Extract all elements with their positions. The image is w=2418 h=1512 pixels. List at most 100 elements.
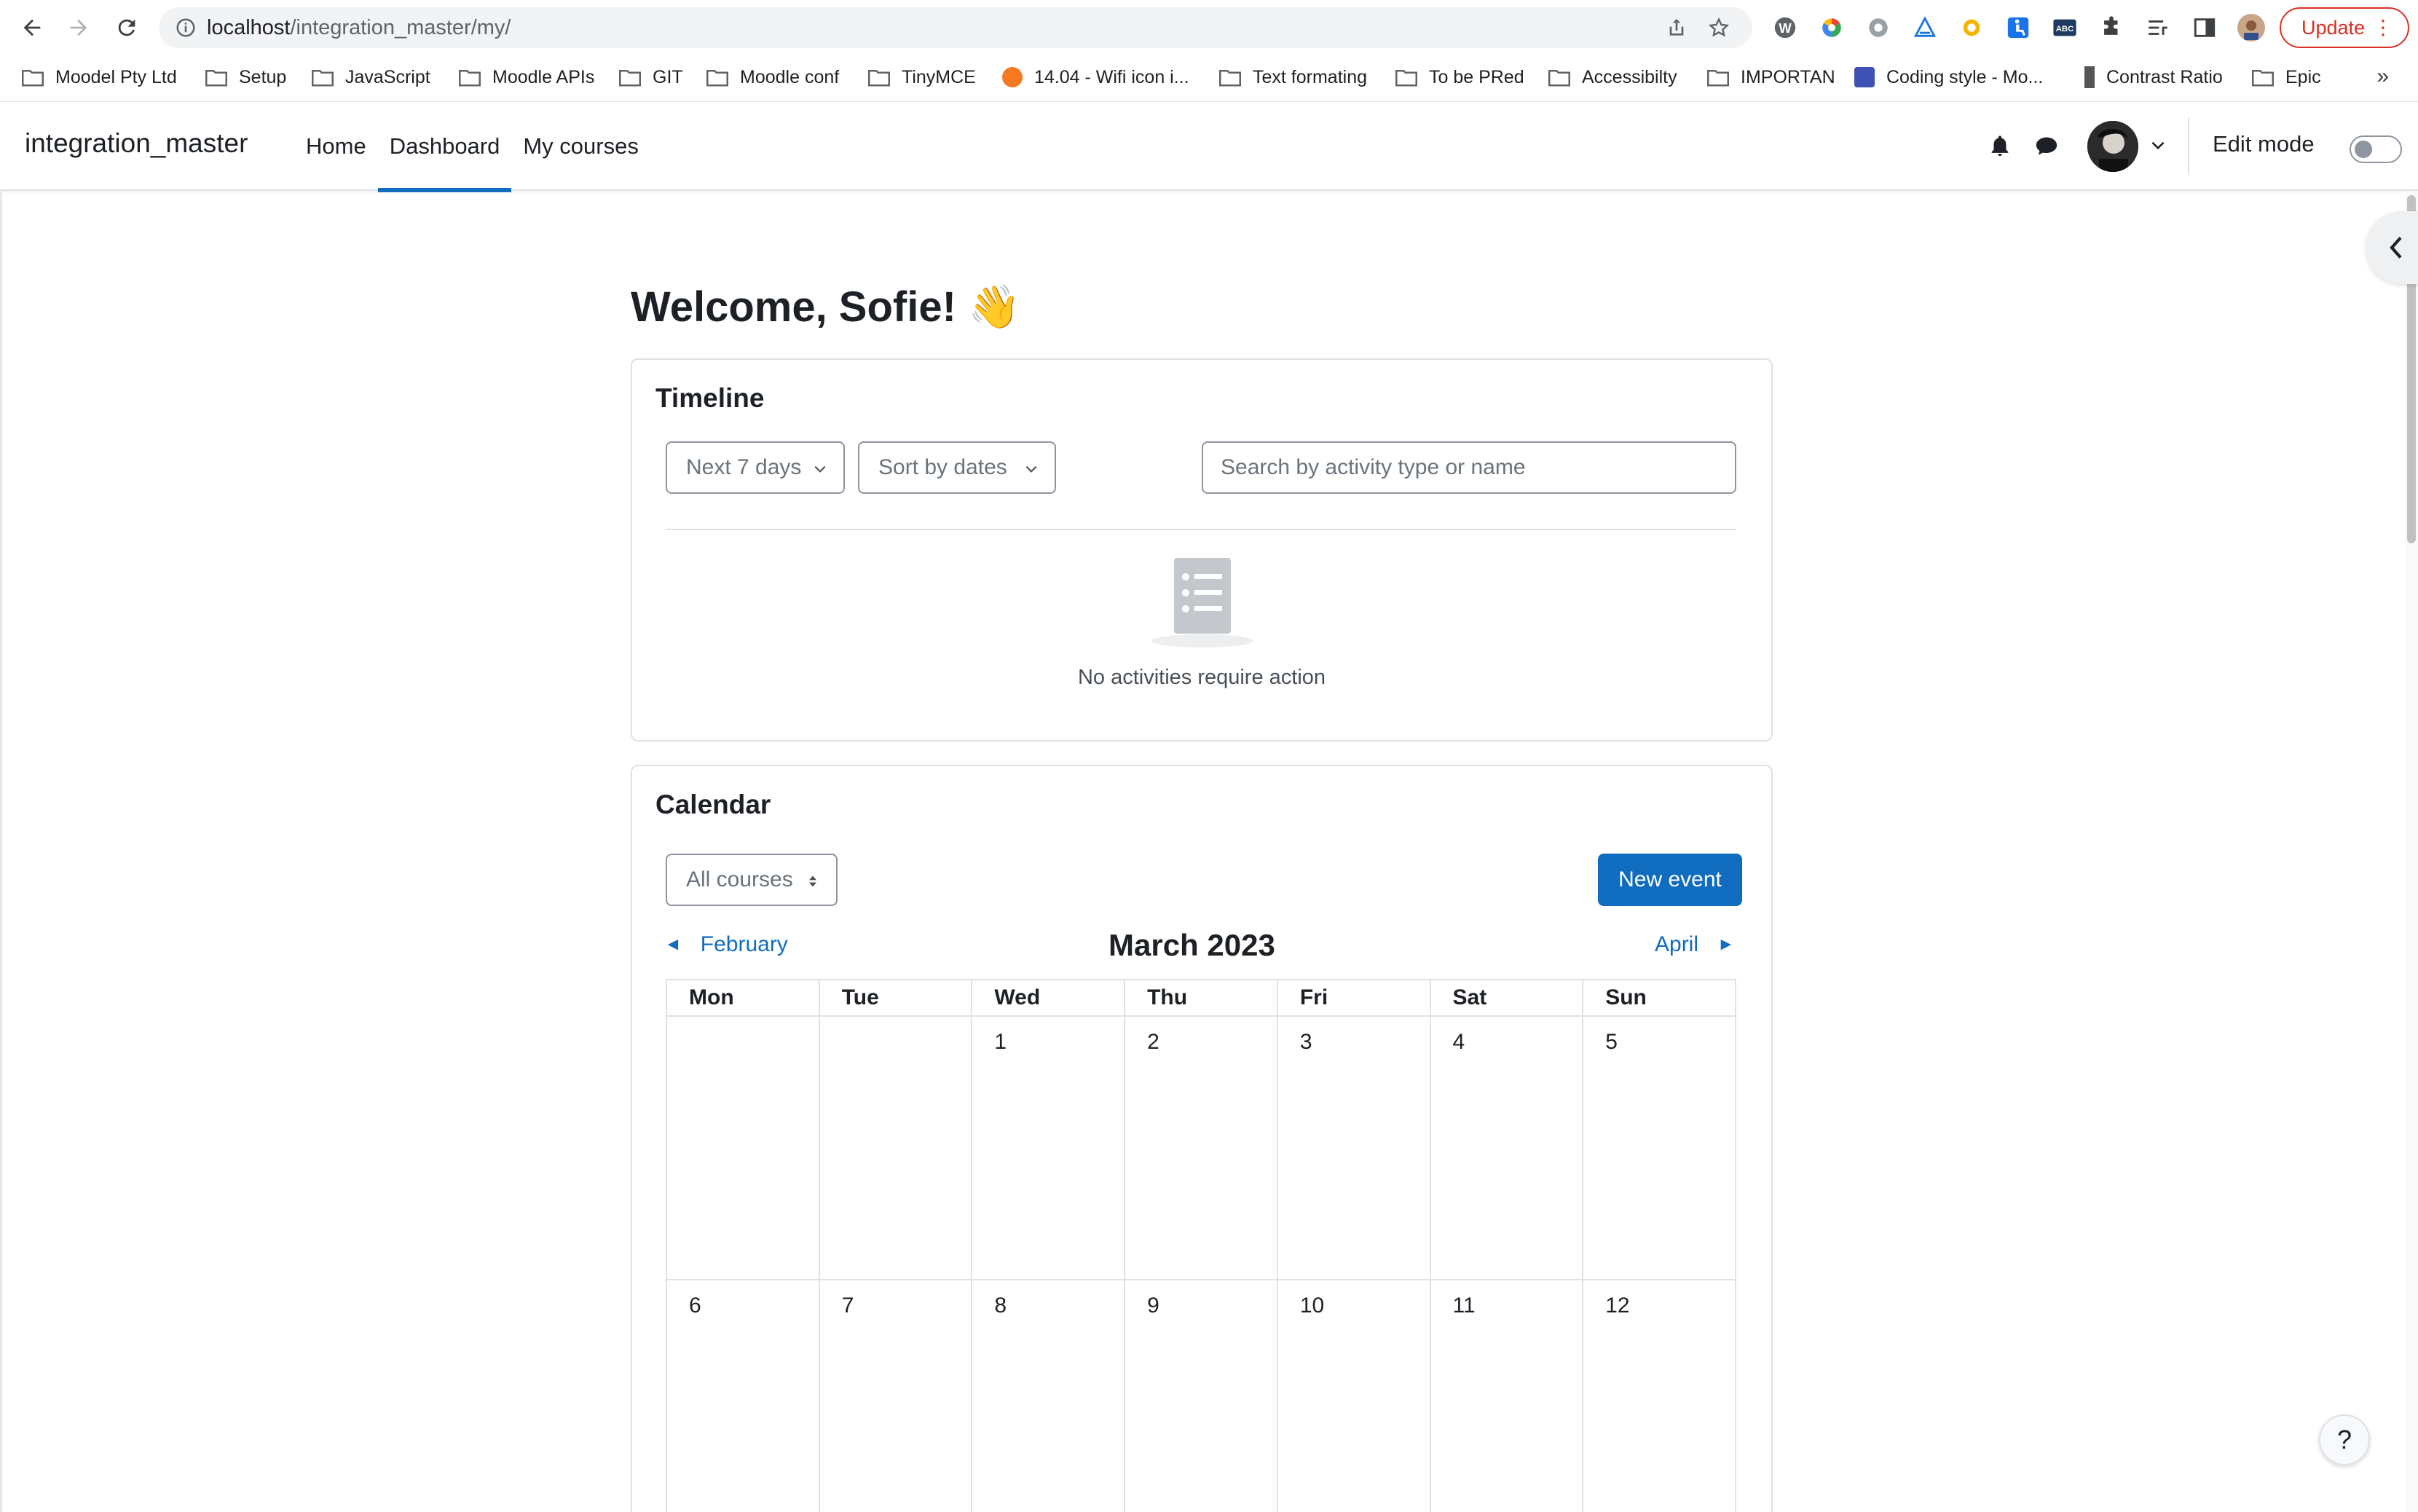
help-button[interactable]: ? [2319, 1414, 2370, 1465]
edit-mode-toggle[interactable] [2350, 135, 2402, 163]
calendar-day-cell[interactable]: 3 [1276, 1015, 1431, 1280]
browser-toolbar: localhost/integration_master/my/ W ABC U… [0, 0, 2418, 55]
weekday-header: Wed [971, 979, 1126, 1017]
bookmark-item[interactable]: Moodle conf [706, 61, 839, 93]
forward-button[interactable] [61, 10, 96, 45]
timeline-search-placeholder: Search by activity type or name [1221, 455, 1526, 479]
reload-button[interactable] [109, 10, 144, 45]
bookmark-label: Setup [239, 66, 287, 87]
new-event-button[interactable]: New event [1598, 854, 1742, 906]
calendar-day-cell[interactable]: 1 [971, 1015, 1126, 1280]
profile-avatar-icon[interactable] [2237, 14, 2265, 42]
notifications-button[interactable] [1985, 131, 2015, 160]
chevron-down-icon [814, 465, 826, 473]
next-month-link[interactable]: April ► [1655, 932, 1735, 957]
bookmark-label: Moodle APIs [492, 66, 595, 87]
folder-icon [1548, 70, 1570, 87]
bookmark-label: TinyMCE [902, 66, 976, 87]
weekday-header: Sun [1582, 979, 1736, 1017]
timeline-sort-label: Sort by dates [878, 455, 1007, 479]
site-info-icon[interactable] [175, 17, 197, 39]
triangle-extension-icon[interactable] [1911, 14, 1939, 42]
chevron-down-icon[interactable] [2149, 135, 2167, 154]
nav-home[interactable]: Home [294, 102, 378, 191]
calendar-day-cell[interactable]: 9 [1124, 1279, 1278, 1512]
calendar-day-cell[interactable]: 6 [666, 1279, 820, 1512]
moodle-icon [1854, 67, 1875, 87]
folder-icon [22, 70, 44, 87]
calendar-day-cell[interactable]: 12 [1582, 1279, 1736, 1512]
empty-list-icon [1151, 558, 1253, 647]
accessibility-extension-icon[interactable] [2004, 14, 2032, 42]
bookmarks-overflow-button[interactable]: » [2376, 64, 2389, 89]
user-avatar-icon [2087, 121, 2138, 172]
bookmark-item[interactable]: Coding style - Mo... [1854, 61, 2043, 93]
current-month-heading: March 2023 [1108, 928, 1275, 962]
back-button[interactable] [15, 10, 50, 45]
site-name-link[interactable]: integration_master [25, 128, 248, 159]
bookmark-item[interactable]: 14.04 - Wifi icon i... [1002, 61, 1189, 93]
timeline-sort-select[interactable]: Sort by dates [858, 441, 1056, 494]
bookmark-item[interactable]: Accessibilty [1548, 61, 1677, 93]
color-extension-icon[interactable] [1818, 14, 1846, 42]
url-text[interactable]: localhost/integration_master/my/ [207, 16, 511, 40]
bookmark-item[interactable]: Setup [205, 61, 286, 93]
weekday-header: Mon [666, 979, 820, 1017]
abc-extension-icon[interactable]: ABC [2051, 14, 2079, 42]
calendar-day-cell[interactable]: 11 [1429, 1279, 1584, 1512]
update-button[interactable]: Update ⋮ [2280, 7, 2409, 48]
weekday-header: Thu [1124, 979, 1278, 1017]
bookmark-item[interactable]: Text formating [1219, 61, 1367, 93]
askubuntu-icon [1002, 67, 1023, 87]
calendar-course-filter[interactable]: All courses [666, 854, 838, 906]
weekday-header: Tue [818, 979, 973, 1017]
open-block-drawer-button[interactable] [2366, 211, 2418, 284]
share-icon[interactable] [1665, 16, 1688, 39]
reading-list-icon[interactable] [2144, 14, 2172, 42]
calendar-day-cell[interactable]: 4 [1429, 1015, 1584, 1280]
bookmark-label: Moodle conf [740, 66, 840, 87]
calendar-day-cell[interactable]: 7 [818, 1279, 973, 1512]
bookmark-star-icon[interactable] [1707, 16, 1730, 39]
bookmark-item[interactable]: Moodel Pty Ltd [22, 61, 177, 93]
gear-extension-icon[interactable] [1864, 14, 1892, 42]
calendar-day-cell[interactable]: 2 [1124, 1015, 1278, 1280]
bookmark-label: Contrast Ratio [2106, 66, 2223, 87]
bookmark-label: JavaScript [345, 66, 430, 87]
puzzle-extensions-icon[interactable] [2098, 14, 2125, 42]
bookmark-label: Coding style - Mo... [1886, 66, 2044, 87]
folder-icon [1395, 70, 1417, 87]
bookmark-item[interactable]: To be PRed [1395, 61, 1524, 93]
bookmark-item[interactable]: Epic [2252, 61, 2321, 93]
sun-extension-icon[interactable] [1958, 14, 1985, 42]
bookmark-item[interactable]: TinyMCE [868, 61, 976, 93]
bookmark-item[interactable]: IMPORTAN [1707, 61, 1835, 93]
user-menu-avatar[interactable] [2087, 121, 2138, 172]
bell-icon [1991, 135, 2009, 157]
calendar-day-cell[interactable]: 5 [1582, 1015, 1736, 1280]
timeline-day-filter[interactable]: Next 7 days [666, 441, 845, 494]
bookmark-item[interactable]: Contrast Ratio [2084, 61, 2223, 93]
calendar-day-cell [666, 1015, 820, 1280]
timeline-day-filter-label: Next 7 days [686, 455, 802, 479]
folder-icon [205, 70, 227, 87]
nav-my-courses[interactable]: My courses [511, 102, 650, 191]
calendar-day-cell[interactable]: 10 [1276, 1279, 1431, 1512]
calendar-title: Calendar [655, 790, 771, 819]
messages-button[interactable] [2032, 131, 2061, 160]
nav-dashboard[interactable]: Dashboard [377, 102, 512, 192]
side-panel-icon[interactable] [2191, 14, 2218, 42]
address-bar[interactable]: localhost/integration_master/my/ [159, 7, 1752, 48]
chat-bubble-icon [2036, 137, 2057, 155]
bookmark-item[interactable]: Moodle APIs [459, 61, 594, 93]
calendar-day-cell[interactable]: 8 [971, 1279, 1126, 1512]
timeline-search-input[interactable]: Search by activity type or name [1202, 441, 1736, 494]
bookmark-item[interactable]: JavaScript [312, 61, 430, 93]
url-path: /integration_master/my/ [290, 16, 511, 39]
previous-month-link[interactable]: ◄ February [664, 932, 788, 957]
folder-icon [459, 70, 481, 87]
browser-chrome: localhost/integration_master/my/ W ABC U… [0, 0, 2418, 102]
wordpress-extension-icon[interactable]: W [1771, 14, 1799, 42]
previous-month-label: February [700, 932, 788, 956]
bookmark-item[interactable]: GIT [619, 61, 683, 93]
